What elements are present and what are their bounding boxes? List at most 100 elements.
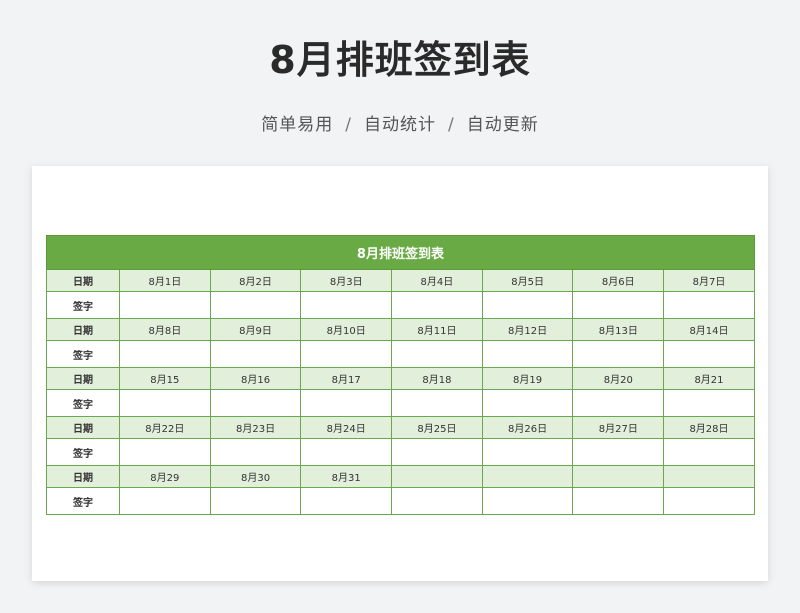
date-label-cell: 日期 xyxy=(46,416,120,439)
signature-cell[interactable] xyxy=(391,340,483,368)
date-cell[interactable]: 8月17 xyxy=(300,367,393,390)
date-cell[interactable]: 8月16 xyxy=(209,367,302,390)
date-cell[interactable]: 8月11日 xyxy=(391,318,483,341)
signature-cell[interactable] xyxy=(663,438,755,466)
date-cell[interactable]: 8月12日 xyxy=(481,318,574,341)
separator: / xyxy=(345,115,352,135)
spreadsheet-card: 8月排班签到表 日期 8月1日 8月2日 8月3日 8月4日 8月5日 8月6日 8月7日 签字… xyxy=(32,166,768,581)
signature-cell[interactable] xyxy=(481,389,574,417)
sign-label-cell: 签字 xyxy=(46,487,120,515)
date-cell[interactable]: 8月9日 xyxy=(209,318,302,341)
signature-cell[interactable] xyxy=(209,291,302,319)
table-title: 8月排班签到表 xyxy=(46,235,755,270)
date-label-cell: 日期 xyxy=(46,465,120,488)
date-cell[interactable]: 8月14日 xyxy=(663,318,755,341)
date-cell[interactable]: 8月6日 xyxy=(572,269,665,292)
date-cell[interactable]: 8月8日 xyxy=(119,318,211,341)
date-cell[interactable]: 8月29 xyxy=(119,465,211,488)
signature-cell[interactable] xyxy=(663,340,755,368)
signature-cell[interactable] xyxy=(209,340,302,368)
date-cell[interactable] xyxy=(481,465,574,488)
date-cell[interactable]: 8月15 xyxy=(119,367,211,390)
signature-cell[interactable] xyxy=(300,389,393,417)
signature-cell[interactable] xyxy=(663,389,755,417)
date-row: 日期 8月8日 8月9日 8月10日 8月11日 8月12日 8月13日 8月14日 xyxy=(46,318,755,341)
signature-cell[interactable] xyxy=(119,291,211,319)
date-label-cell: 日期 xyxy=(46,367,120,390)
signature-cell[interactable] xyxy=(572,438,665,466)
date-cell[interactable]: 8月26日 xyxy=(481,416,574,439)
date-cell[interactable]: 8月23日 xyxy=(209,416,302,439)
sign-row: 签字 xyxy=(46,487,755,515)
date-cell[interactable]: 8月3日 xyxy=(300,269,393,292)
date-cell[interactable]: 8月31 xyxy=(300,465,393,488)
date-row: 日期 8月29 8月30 8月31 xyxy=(46,465,755,488)
signature-cell[interactable] xyxy=(391,487,483,515)
date-row: 日期 8月22日 8月23日 8月24日 8月25日 8月26日 8月27日 8月28日 xyxy=(46,416,755,439)
date-cell[interactable] xyxy=(572,465,665,488)
date-cell[interactable]: 8月2日 xyxy=(209,269,302,292)
signature-cell[interactable] xyxy=(209,438,302,466)
signature-cell[interactable] xyxy=(300,340,393,368)
date-label-cell: 日期 xyxy=(46,269,120,292)
signature-cell[interactable] xyxy=(300,291,393,319)
signature-cell[interactable] xyxy=(481,291,574,319)
date-cell[interactable]: 8月22日 xyxy=(119,416,211,439)
date-cell[interactable]: 8月19 xyxy=(481,367,574,390)
date-cell[interactable]: 8月13日 xyxy=(572,318,665,341)
sign-label-cell: 签字 xyxy=(46,438,120,466)
schedule-table: 8月排班签到表 日期 8月1日 8月2日 8月3日 8月4日 8月5日 8月6日 8月7日 签字… xyxy=(46,235,755,515)
sign-label-cell: 签字 xyxy=(46,291,120,319)
separator: / xyxy=(448,115,455,135)
signature-cell[interactable] xyxy=(572,487,665,515)
feature-easy: 简单易用 xyxy=(261,115,334,135)
page-title: 8月排班签到表 xyxy=(269,38,531,82)
feature-subtitle: 简单易用 / 自动统计 / 自动更新 xyxy=(0,110,800,140)
date-row: 日期 8月15 8月16 8月17 8月18 8月19 8月20 8月21 xyxy=(46,367,755,390)
signature-cell[interactable] xyxy=(119,340,211,368)
date-cell[interactable]: 8月27日 xyxy=(572,416,665,439)
sign-row: 签字 xyxy=(46,340,755,368)
date-cell[interactable]: 8月30 xyxy=(209,465,302,488)
date-cell[interactable]: 8月1日 xyxy=(119,269,211,292)
date-cell[interactable]: 8月25日 xyxy=(391,416,483,439)
signature-cell[interactable] xyxy=(481,487,574,515)
signature-cell[interactable] xyxy=(391,438,483,466)
signature-cell[interactable] xyxy=(481,438,574,466)
date-cell[interactable] xyxy=(391,465,483,488)
date-cell[interactable]: 8月4日 xyxy=(391,269,483,292)
date-cell[interactable]: 8月21 xyxy=(663,367,755,390)
signature-cell[interactable] xyxy=(663,487,755,515)
date-cell[interactable]: 8月18 xyxy=(391,367,483,390)
sign-row: 签字 xyxy=(46,291,755,319)
date-cell[interactable]: 8月20 xyxy=(572,367,665,390)
sign-row: 签字 xyxy=(46,389,755,417)
date-cell[interactable]: 8月5日 xyxy=(481,269,574,292)
signature-cell[interactable] xyxy=(119,438,211,466)
date-cell[interactable] xyxy=(663,465,755,488)
sign-row: 签字 xyxy=(46,438,755,466)
feature-auto-stats: 自动统计 xyxy=(364,115,436,135)
signature-cell[interactable] xyxy=(391,291,483,319)
signature-cell[interactable] xyxy=(119,389,211,417)
signature-cell[interactable] xyxy=(572,389,665,417)
sign-label-cell: 签字 xyxy=(46,340,120,368)
feature-auto-update: 自动更新 xyxy=(466,115,539,135)
date-cell[interactable]: 8月24日 xyxy=(300,416,393,439)
signature-cell[interactable] xyxy=(663,291,755,319)
date-cell[interactable]: 8月28日 xyxy=(663,416,755,439)
signature-cell[interactable] xyxy=(300,487,393,515)
signature-cell[interactable] xyxy=(119,487,211,515)
signature-cell[interactable] xyxy=(391,389,483,417)
date-cell[interactable]: 8月7日 xyxy=(663,269,755,292)
signature-cell[interactable] xyxy=(209,389,302,417)
sign-label-cell: 签字 xyxy=(46,389,120,417)
table-title-row: 8月排班签到表 xyxy=(46,235,755,270)
date-cell[interactable]: 8月10日 xyxy=(300,318,393,341)
signature-cell[interactable] xyxy=(572,340,665,368)
signature-cell[interactable] xyxy=(300,438,393,466)
date-row: 日期 8月1日 8月2日 8月3日 8月4日 8月5日 8月6日 8月7日 xyxy=(46,269,755,292)
signature-cell[interactable] xyxy=(481,340,574,368)
signature-cell[interactable] xyxy=(572,291,665,319)
signature-cell[interactable] xyxy=(209,487,302,515)
